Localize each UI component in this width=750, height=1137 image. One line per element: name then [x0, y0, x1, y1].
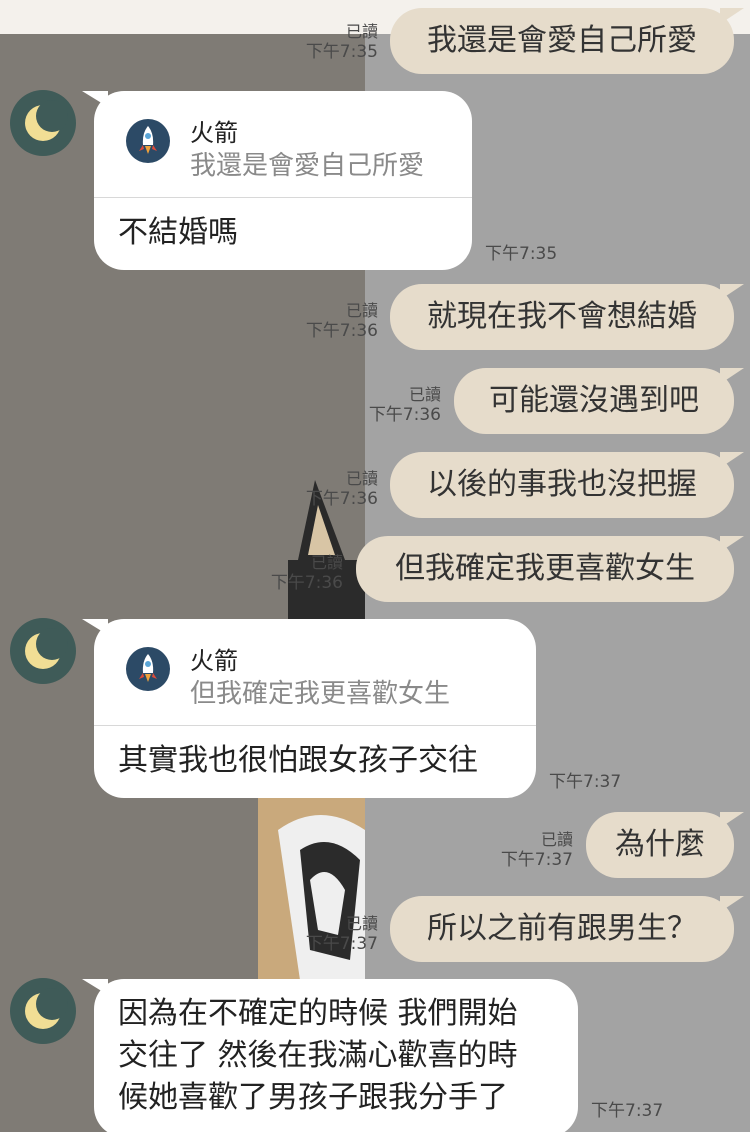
message-time: 下午7:37: [549, 772, 622, 792]
message-line: 因為在不確定的時候 我們開始: [118, 996, 518, 1031]
incoming-message-bubble[interactable]: 因為在不確定的時候 我們開始 交往了 然後在我滿心歡喜的時 候她喜歡了男孩子跟我…: [82, 979, 578, 1137]
reply-sender-name: 火箭: [190, 647, 238, 675]
chat-thread: 已讀 下午7:35 我還是會愛自己所愛 火箭 我還是會愛自己所愛 不結婚嗎 下午…: [0, 0, 750, 1137]
crescent-moon-icon: [25, 988, 68, 1029]
crescent-moon-icon: [25, 628, 68, 669]
contact-avatar[interactable]: [10, 618, 76, 684]
message-time: 下午7:36: [305, 321, 378, 341]
read-receipt: 已讀: [345, 301, 378, 320]
message-time: 下午7:37: [305, 934, 378, 954]
read-receipt: 已讀: [408, 385, 441, 404]
message-time: 下午7:35: [485, 244, 558, 264]
message-line: 候她喜歡了男孩子跟我分手了: [118, 1080, 508, 1115]
message-text: 因為在不確定的時候 我們開始 交往了 然後在我滿心歡喜的時 候她喜歡了男孩子跟我…: [94, 979, 578, 1137]
outgoing-message-bubble[interactable]: 但我確定我更喜歡女生: [356, 536, 744, 602]
message-time: 下午7:37: [500, 850, 573, 870]
message-time: 下午7:36: [270, 573, 343, 593]
message-time: 下午7:36: [368, 405, 441, 425]
read-receipt: 已讀: [345, 914, 378, 933]
contact-avatar[interactable]: [10, 90, 76, 156]
incoming-message-bubble[interactable]: 火箭 我還是會愛自己所愛 不結婚嗎: [82, 91, 472, 270]
outgoing-message-bubble[interactable]: 我還是會愛自己所愛: [390, 8, 744, 74]
message-meta: 已讀 下午7:37: [306, 914, 378, 954]
message-line: 交往了 然後在我滿心歡喜的時: [118, 1038, 518, 1073]
read-receipt: 已讀: [540, 830, 573, 849]
message-text: 其實我也很怕跟女孩子交往: [118, 743, 478, 778]
outgoing-message-bubble[interactable]: 為什麼: [586, 812, 744, 878]
reply-quoted-text: 但我確定我更喜歡女生: [190, 679, 451, 709]
read-receipt: 已讀: [345, 469, 378, 488]
rocket-icon: [126, 647, 170, 691]
read-receipt: 已讀: [310, 553, 343, 572]
message-time: 下午7:35: [305, 42, 378, 62]
message-meta: 已讀 下午7:36: [369, 385, 441, 425]
outgoing-message-bubble[interactable]: 就現在我不會想結婚: [390, 284, 744, 350]
contact-avatar[interactable]: [10, 978, 76, 1044]
reply-sender-name: 火箭: [190, 119, 238, 147]
message-meta: 已讀 下午7:36: [306, 469, 378, 509]
outgoing-message-bubble[interactable]: 所以之前有跟男生？: [390, 896, 744, 962]
message-text: 不結婚嗎: [118, 215, 238, 250]
incoming-message-bubble[interactable]: 火箭 但我確定我更喜歡女生 其實我也很怕跟女孩子交往: [82, 619, 536, 798]
message-time: 下午7:37: [591, 1101, 664, 1121]
message-meta: 已讀 下午7:35: [306, 22, 378, 62]
reply-quote[interactable]: 火箭 我還是會愛自己所愛: [94, 91, 472, 198]
crescent-moon-icon: [25, 100, 68, 141]
outgoing-message-bubble[interactable]: 可能還沒遇到吧: [454, 368, 744, 434]
reply-quoted-text: 我還是會愛自己所愛: [190, 151, 425, 181]
message-time: 下午7:36: [305, 489, 378, 509]
message-meta: 已讀 下午7:36: [271, 553, 343, 593]
read-receipt: 已讀: [345, 22, 378, 41]
message-meta: 已讀 下午7:36: [306, 301, 378, 341]
message-meta: 已讀 下午7:37: [501, 830, 573, 870]
reply-quote[interactable]: 火箭 但我確定我更喜歡女生: [94, 619, 536, 726]
outgoing-message-bubble[interactable]: 以後的事我也沒把握: [390, 452, 744, 518]
rocket-icon: [126, 119, 170, 163]
